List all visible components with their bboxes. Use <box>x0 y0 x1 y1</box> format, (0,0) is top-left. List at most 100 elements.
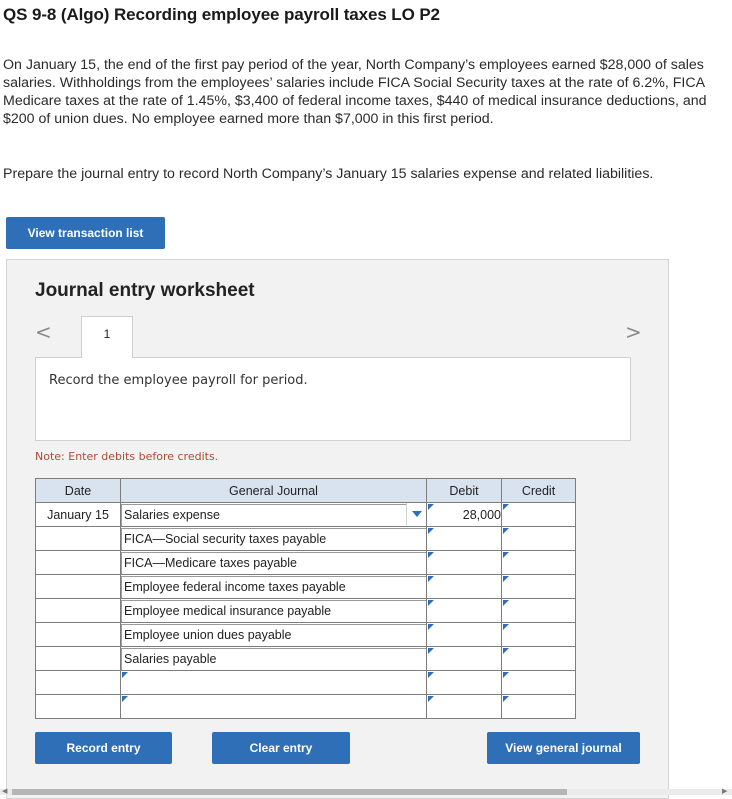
debit-header: Debit <box>426 478 502 503</box>
account-select[interactable]: Employee federal income taxes payable <box>120 574 427 599</box>
table-row <box>35 670 576 695</box>
account-name: Employee union dues payable <box>121 623 426 646</box>
debit-input[interactable] <box>426 574 502 599</box>
credit-header: Credit <box>501 478 576 503</box>
account-name: Salaries expense <box>121 503 426 526</box>
tab-number: 1 <box>103 327 111 341</box>
input-marker-icon <box>428 528 434 534</box>
journal-entry-worksheet: Journal entry worksheet < > 1 Record the… <box>6 259 669 799</box>
input-marker-icon <box>428 552 434 558</box>
input-marker-icon <box>428 648 434 654</box>
instruction-text: Prepare the journal entry to record Nort… <box>3 166 654 182</box>
table-row: FICA—Social security taxes payable <box>35 526 576 551</box>
input-marker-icon <box>503 552 509 558</box>
entry-description-box: Record the employee payroll for period. <box>35 357 631 441</box>
account-select[interactable]: Employee union dues payable <box>120 622 427 647</box>
input-marker-icon <box>122 672 128 678</box>
account-select[interactable]: Salaries payable <box>120 646 427 671</box>
next-arrow-icon[interactable]: > <box>625 320 642 344</box>
table-row: Employee medical insurance payable <box>35 598 576 623</box>
tab-entry-1[interactable]: 1 <box>81 316 133 358</box>
table-row: January 15 Salaries expense 28,000 <box>35 502 576 527</box>
input-marker-icon <box>503 648 509 654</box>
credit-input[interactable] <box>501 694 576 719</box>
debit-input[interactable] <box>426 550 502 575</box>
account-select[interactable]: Salaries expense <box>120 502 427 527</box>
record-entry-button[interactable]: Record entry <box>35 732 172 764</box>
debit-value: 28,000 <box>462 507 501 522</box>
input-marker-icon <box>428 696 434 702</box>
worksheet-title: Journal entry worksheet <box>35 280 255 301</box>
date-cell: January 15 <box>35 502 121 527</box>
debit-input[interactable] <box>426 694 502 719</box>
input-marker-icon <box>503 672 509 678</box>
view-transaction-list-button[interactable]: View transaction list <box>6 217 165 249</box>
debit-input[interactable] <box>426 598 502 623</box>
view-general-journal-button[interactable]: View general journal <box>487 732 640 764</box>
account-name: FICA—Social security taxes payable <box>121 527 426 550</box>
input-marker-icon <box>503 528 509 534</box>
account-select[interactable]: Employee medical insurance payable <box>120 598 427 623</box>
dropdown-arrow-icon[interactable] <box>406 503 426 525</box>
date-cell <box>35 598 121 623</box>
debit-input[interactable] <box>426 622 502 647</box>
table-row: FICA—Medicare taxes payable <box>35 550 576 575</box>
account-select[interactable] <box>120 694 427 719</box>
problem-text: On January 15, the end of the first pay … <box>3 57 707 127</box>
horizontal-scrollbar[interactable]: ◀ ▶ <box>0 787 732 795</box>
date-cell <box>35 622 121 647</box>
question-title: QS 9-8 (Algo) Recording employee payroll… <box>3 5 440 24</box>
scrollbar-thumb[interactable] <box>12 789 567 795</box>
account-name: Salaries payable <box>121 647 426 670</box>
account-select[interactable] <box>120 670 427 695</box>
input-marker-icon <box>428 672 434 678</box>
credit-input[interactable] <box>501 526 576 551</box>
table-row: Salaries payable <box>35 646 576 671</box>
debit-input[interactable]: 28,000 <box>426 502 502 527</box>
account-select[interactable]: FICA—Social security taxes payable <box>120 526 427 551</box>
scroll-right-icon[interactable]: ▶ <box>722 787 727 795</box>
input-marker-icon <box>503 600 509 606</box>
date-cell <box>35 526 121 551</box>
input-marker-icon <box>428 624 434 630</box>
table-row: Employee union dues payable <box>35 622 576 647</box>
credit-input[interactable] <box>501 646 576 671</box>
entry-description: Record the employee payroll for period. <box>49 373 308 388</box>
journal-table: Date General Journal Debit Credit Januar… <box>35 478 576 719</box>
input-marker-icon <box>428 600 434 606</box>
general-journal-header: General Journal <box>120 478 427 503</box>
table-row: Employee federal income taxes payable <box>35 574 576 599</box>
date-cell <box>35 574 121 599</box>
credit-input[interactable] <box>501 598 576 623</box>
date-header: Date <box>35 478 121 503</box>
journal-header-row: Date General Journal Debit Credit <box>35 478 576 503</box>
debit-input[interactable] <box>426 670 502 695</box>
scroll-left-icon[interactable]: ◀ <box>2 787 7 795</box>
input-marker-icon <box>503 576 509 582</box>
debit-input[interactable] <box>426 526 502 551</box>
date-cell <box>35 550 121 575</box>
input-marker-icon <box>503 624 509 630</box>
account-name: FICA—Medicare taxes payable <box>121 551 426 574</box>
credit-input[interactable] <box>501 622 576 647</box>
date-cell <box>35 670 121 695</box>
credit-input[interactable] <box>501 550 576 575</box>
account-select[interactable]: FICA—Medicare taxes payable <box>120 550 427 575</box>
date-cell <box>35 646 121 671</box>
credit-input[interactable] <box>501 670 576 695</box>
input-marker-icon <box>503 696 509 702</box>
input-marker-icon <box>122 696 128 702</box>
input-marker-icon <box>428 504 434 510</box>
note-text: Note: Enter debits before credits. <box>35 450 219 463</box>
input-marker-icon <box>428 576 434 582</box>
clear-entry-button[interactable]: Clear entry <box>212 732 350 764</box>
credit-input[interactable] <box>501 502 576 527</box>
credit-input[interactable] <box>501 574 576 599</box>
input-marker-icon <box>503 504 509 510</box>
prev-arrow-icon[interactable]: < <box>35 320 52 344</box>
date-cell <box>35 694 121 719</box>
table-row <box>35 694 576 719</box>
account-name: Employee medical insurance payable <box>121 599 426 622</box>
debit-input[interactable] <box>426 646 502 671</box>
account-name: Employee federal income taxes payable <box>121 575 426 598</box>
